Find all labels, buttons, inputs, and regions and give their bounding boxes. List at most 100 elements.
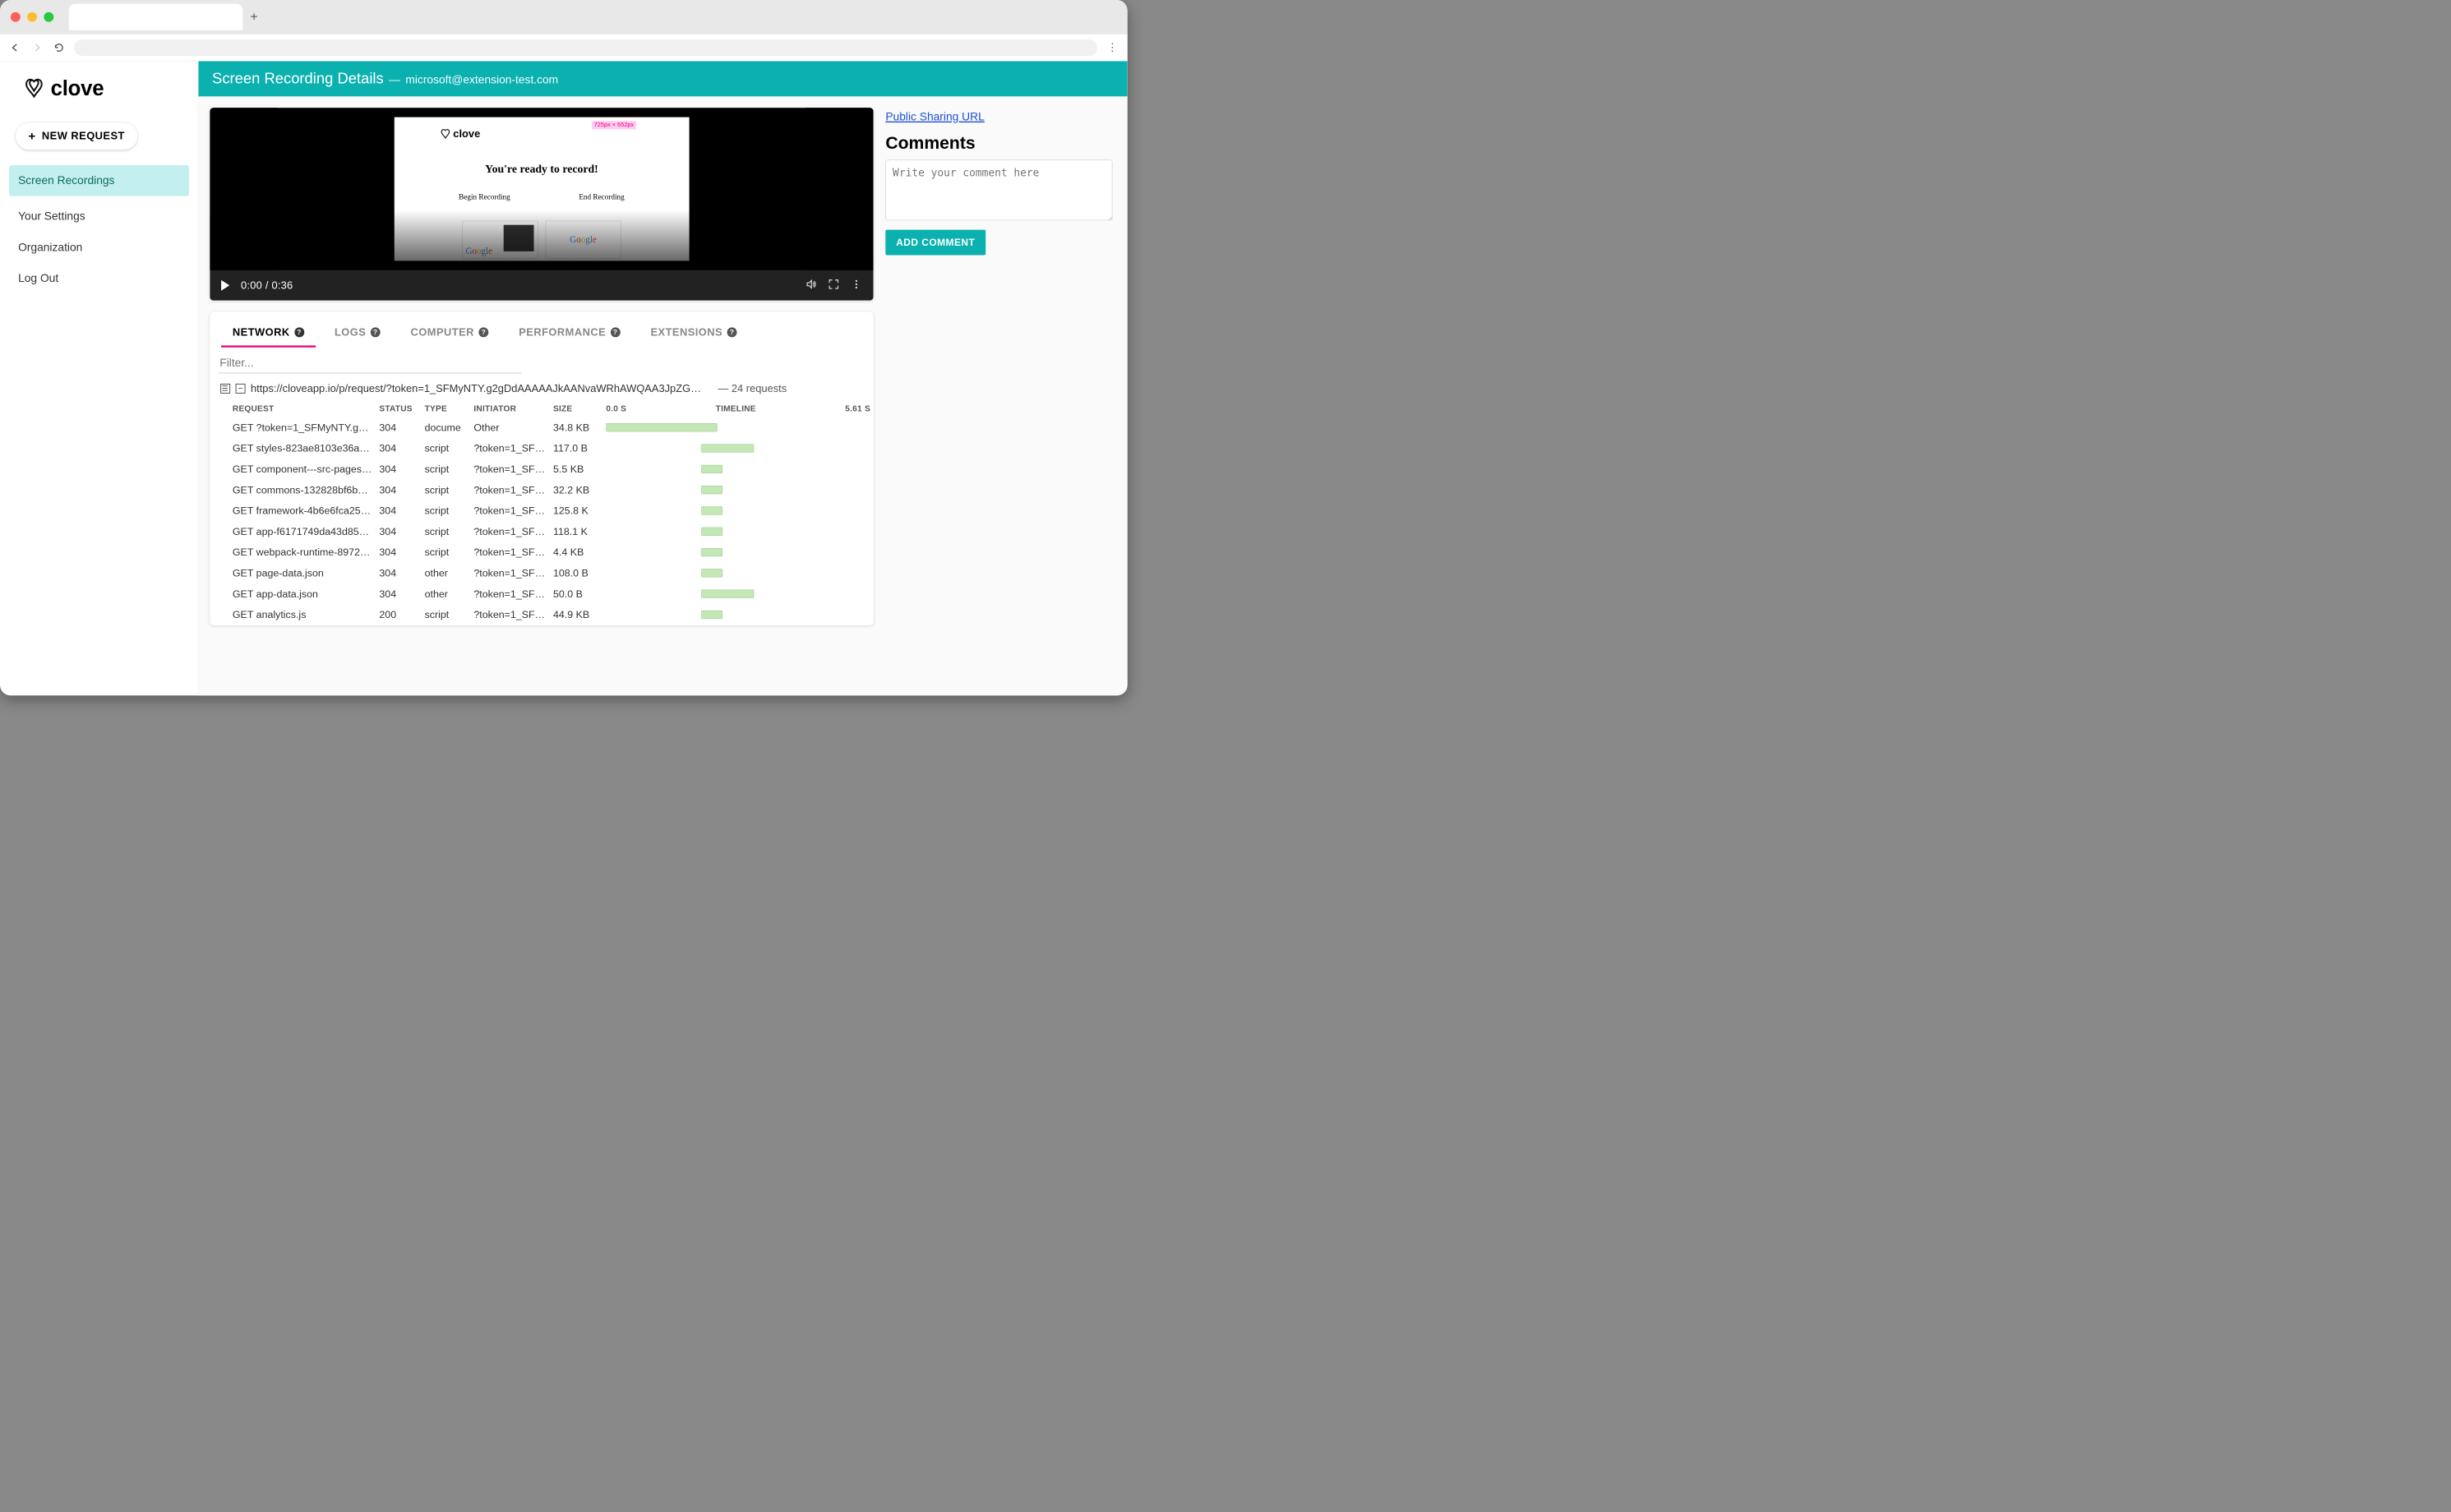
cell-timeline xyxy=(603,605,874,625)
cell-size: 125.8 K xyxy=(550,500,602,521)
cell-type: other xyxy=(422,583,471,604)
fullscreen-button[interactable] xyxy=(828,279,839,293)
back-button[interactable] xyxy=(8,40,22,54)
details-panel: NETWORK ? LOGS ? COMPUTER ? xyxy=(210,312,873,625)
video-player[interactable]: clove 725px × 552px You're ready to reco… xyxy=(210,108,873,270)
cell-initiator: ?token=1_SFMyN xyxy=(471,605,551,625)
sidebar: clove + NEW REQUEST Screen Recordings Yo… xyxy=(0,62,199,696)
page-subtitle-sep: — xyxy=(389,74,400,87)
google-logo: Google xyxy=(465,247,492,256)
tab-computer[interactable]: COMPUTER ? xyxy=(411,321,489,347)
nav-item-log-out[interactable]: Log Out xyxy=(9,263,189,294)
cell-timeline xyxy=(603,521,874,542)
help-icon[interactable]: ? xyxy=(371,327,381,337)
help-icon[interactable]: ? xyxy=(727,327,737,337)
table-header-row: REQUEST STATUS TYPE INITIATOR SIZE 0.0 S… xyxy=(210,400,873,417)
new-tab-button[interactable]: + xyxy=(251,10,258,25)
source-url: https://cloveapp.io/p/request/?token=1_S… xyxy=(251,383,704,395)
help-icon[interactable]: ? xyxy=(294,327,304,337)
browser-tab[interactable] xyxy=(69,3,243,30)
page-title: Screen Recording Details xyxy=(212,71,384,88)
nav-item-organization[interactable]: Organization xyxy=(9,232,189,263)
new-request-label: NEW REQUEST xyxy=(42,130,125,142)
address-bar: ⋮ xyxy=(0,34,1128,61)
cell-request: GET webpack-runtime-8972e9fe6c50 xyxy=(210,542,376,563)
cell-status: 304 xyxy=(376,563,422,583)
col-type: TYPE xyxy=(422,400,471,417)
table-row[interactable]: GET app-data.json304other?token=1_SFMyN5… xyxy=(210,583,873,604)
filter-row xyxy=(210,347,873,377)
cell-status: 304 xyxy=(376,417,422,438)
cell-request: GET page-data.json xyxy=(210,563,376,583)
cell-status: 304 xyxy=(376,583,422,604)
table-row[interactable]: GET app-f6171749da43d85e01f0.js304script… xyxy=(210,521,873,542)
cell-request: GET styles-823ae8103e36ae8a7f9f.js xyxy=(210,438,376,459)
col-request: REQUEST xyxy=(210,400,376,417)
cell-timeline xyxy=(603,542,874,563)
plus-icon: + xyxy=(29,130,36,142)
cell-request: GET analytics.js xyxy=(210,605,376,625)
filter-input[interactable] xyxy=(219,354,521,374)
window-maximize-button[interactable] xyxy=(44,12,53,21)
add-comment-button[interactable]: ADD COMMENT xyxy=(885,230,985,256)
table-row[interactable]: GET styles-823ae8103e36ae8a7f9f.js304scr… xyxy=(210,438,873,459)
cell-request: GET commons-132828bf6b10e2bf748 xyxy=(210,480,376,500)
cell-initiator: ?token=1_SFMyN xyxy=(471,459,551,479)
source-row: − https://cloveapp.io/p/request/?token=1… xyxy=(210,377,873,400)
public-sharing-link[interactable]: Public Sharing URL xyxy=(885,111,984,123)
play-button[interactable] xyxy=(221,280,229,291)
browser-window: + ⋮ clove + NEW REQUEST xyxy=(0,0,1128,695)
cell-timeline xyxy=(603,459,874,479)
cell-size: 117.0 B xyxy=(550,438,602,459)
url-input[interactable] xyxy=(74,39,1097,56)
browser-menu-button[interactable]: ⋮ xyxy=(1105,41,1119,53)
brand-logo: clove xyxy=(0,69,198,112)
main-columns: clove 725px × 552px You're ready to reco… xyxy=(199,96,1128,695)
collapse-toggle[interactable]: − xyxy=(236,384,246,394)
nav-item-screen-recordings[interactable]: Screen Recordings xyxy=(9,165,189,196)
table-row[interactable]: GET commons-132828bf6b10e2bf748304script… xyxy=(210,480,873,500)
table-row[interactable]: GET page-data.json304other?token=1_SFMyN… xyxy=(210,563,873,583)
cell-size: 118.1 K xyxy=(550,521,602,542)
google-logo: Google xyxy=(570,234,597,244)
table-row[interactable]: GET webpack-runtime-8972e9fe6c50304scrip… xyxy=(210,542,873,563)
window-minimize-button[interactable] xyxy=(27,12,37,21)
tab-network[interactable]: NETWORK ? xyxy=(233,321,304,347)
table-row[interactable]: GET ?token=1_SFMyNTY.g2gDdAAAA304documeO… xyxy=(210,417,873,438)
app-body: clove + NEW REQUEST Screen Recordings Yo… xyxy=(0,62,1128,696)
video-menu-button[interactable] xyxy=(851,279,862,293)
cell-initiator: ?token=1_SFMyN xyxy=(471,500,551,521)
content-area: Screen Recording Details — microsoft@ext… xyxy=(199,62,1128,696)
help-icon[interactable]: ? xyxy=(611,327,621,337)
comment-input[interactable] xyxy=(885,160,1112,221)
video-time: 0:00 / 0:36 xyxy=(241,279,293,292)
reload-button[interactable] xyxy=(52,40,66,54)
thumb-shot-2: Google xyxy=(546,221,621,259)
tab-extensions[interactable]: EXTENSIONS ? xyxy=(650,321,736,347)
cell-status: 304 xyxy=(376,459,422,479)
table-row[interactable]: GET component---src-pages-p-reques304scr… xyxy=(210,459,873,479)
tab-performance[interactable]: PERFORMANCE ? xyxy=(519,321,620,347)
window-close-button[interactable] xyxy=(11,12,21,21)
volume-button[interactable] xyxy=(805,279,817,293)
cell-size: 32.2 KB xyxy=(550,480,602,500)
traffic-lights xyxy=(11,12,53,21)
cell-timeline xyxy=(603,438,874,459)
help-icon[interactable]: ? xyxy=(478,327,488,337)
cell-size: 34.8 KB xyxy=(550,417,602,438)
thumb-shot-1: Google xyxy=(462,221,538,259)
tab-logs[interactable]: LOGS ? xyxy=(335,321,381,347)
table-row[interactable]: GET analytics.js200script?token=1_SFMyN4… xyxy=(210,605,873,625)
thumb-buttons: Begin Recording End Recording xyxy=(395,193,690,202)
cell-request: GET component---src-pages-p-reques xyxy=(210,459,376,479)
cell-initiator: ?token=1_SFMyN xyxy=(471,438,551,459)
col-status: STATUS xyxy=(376,400,422,417)
forward-button[interactable] xyxy=(30,40,44,54)
new-request-button[interactable]: + NEW REQUEST xyxy=(15,122,138,150)
nav-item-your-settings[interactable]: Your Settings xyxy=(9,201,189,233)
table-row[interactable]: GET framework-4b6e6fca25677e0206304scrip… xyxy=(210,500,873,521)
cell-timeline xyxy=(603,500,874,521)
comments-heading: Comments xyxy=(885,132,1112,153)
thumb-dimensions: 725px × 552px xyxy=(592,121,636,129)
page-subtitle-email: microsoft@extension-test.com xyxy=(405,74,558,87)
